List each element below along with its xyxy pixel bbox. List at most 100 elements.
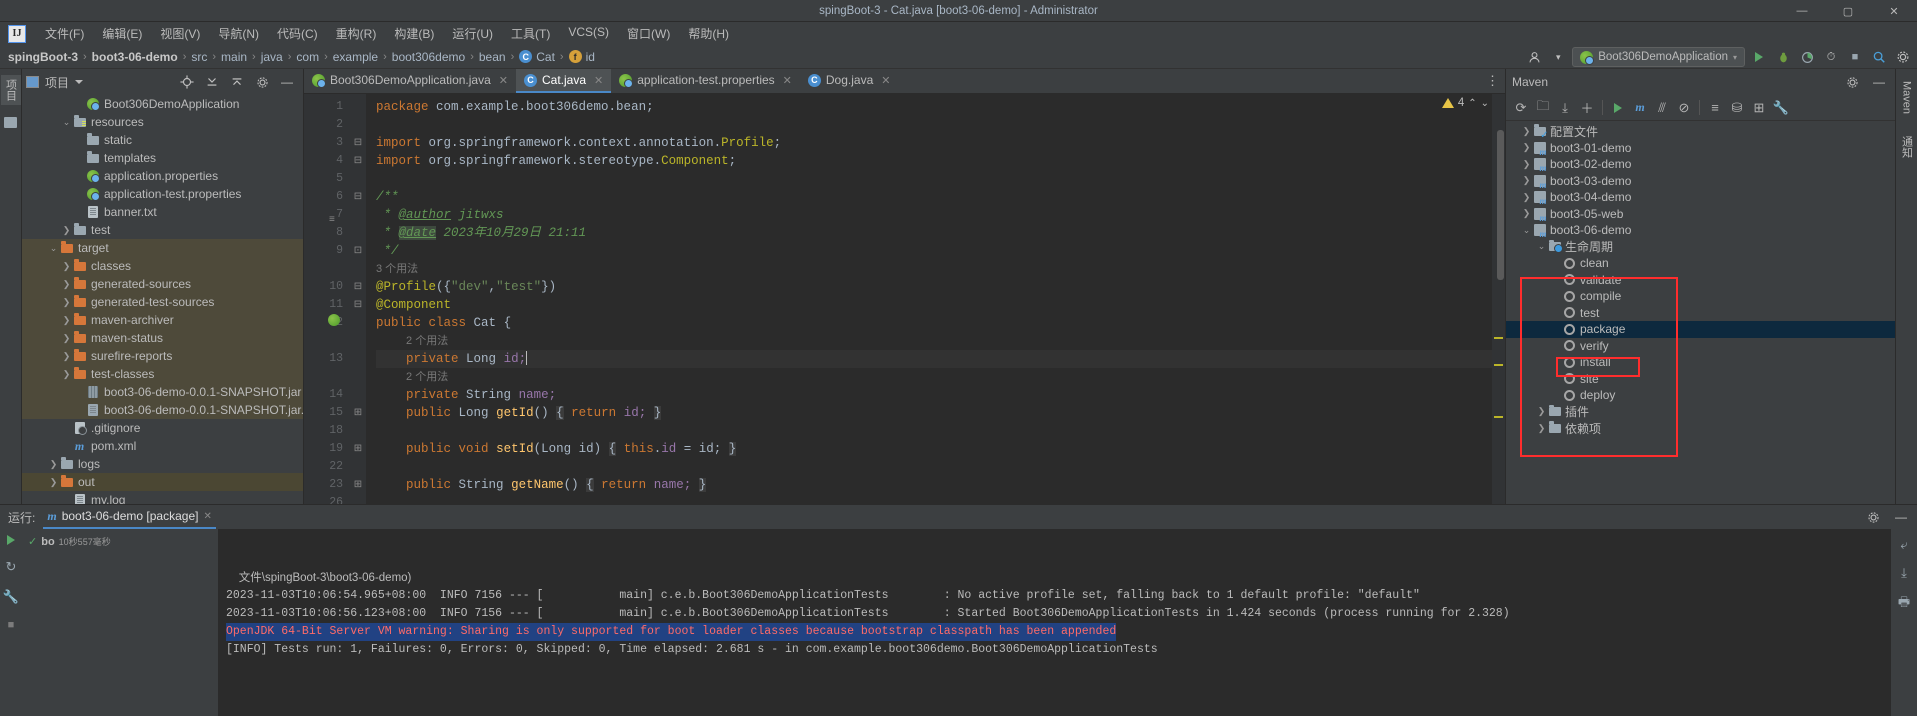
chevron-down-icon[interactable]: ⌄ xyxy=(48,243,59,254)
fold-toggle-icon[interactable]: ⊞ xyxy=(350,476,366,494)
profiler-icon[interactable]: ⏱ xyxy=(1821,47,1841,67)
maximize-button[interactable]: ▢ xyxy=(1825,0,1871,22)
chevron-right-icon[interactable]: ❯ xyxy=(1536,406,1547,417)
maven-tree-row[interactable]: ❯ boot3-01-demo xyxy=(1506,140,1895,157)
menu-run[interactable]: 运行(U) xyxy=(443,22,502,45)
spring-bean-gutter-icon[interactable] xyxy=(328,314,340,326)
tree-row[interactable]: .gitignore xyxy=(22,419,303,437)
code-line[interactable]: package com.example.boot306demo.bean; xyxy=(376,98,1505,116)
tree-row[interactable]: ❯ logs xyxy=(22,455,303,473)
collapse-all-icon[interactable]: ≡ xyxy=(1705,98,1725,118)
maven-tree[interactable]: ❯ 配置文件 ❯ boot3-01-demo ❯ boot3-02-demo ❯ boot3-… xyxy=(1506,121,1895,504)
tree-row[interactable]: ⌄ resources xyxy=(22,113,303,131)
run-configuration-selector[interactable]: Boot306DemoApplication ▾ xyxy=(1572,47,1745,67)
chevron-right-icon[interactable]: ❯ xyxy=(61,369,72,380)
close-icon[interactable]: ✕ xyxy=(881,74,890,87)
inspection-status[interactable]: 4 ⌃ ⌄ xyxy=(1441,97,1489,109)
tree-row[interactable]: my.log xyxy=(22,491,303,504)
maven-tree-row[interactable]: validate xyxy=(1506,272,1895,289)
chevron-right-icon[interactable]: ❯ xyxy=(1521,142,1532,153)
tree-row[interactable]: application.properties xyxy=(22,167,303,185)
settings-icon[interactable]: 🔧 xyxy=(1771,98,1791,118)
code-line[interactable] xyxy=(376,458,1505,476)
rerun-icon[interactable] xyxy=(7,535,15,545)
expand-icon[interactable]: ⊞ xyxy=(1749,98,1769,118)
menu-edit[interactable]: 编辑(E) xyxy=(93,22,151,45)
tree-row[interactable]: ❯ generated-test-sources xyxy=(22,293,303,311)
chevron-down-icon[interactable]: ▾ xyxy=(1548,47,1568,67)
chevron-right-icon[interactable]: ❯ xyxy=(1521,192,1532,203)
close-icon[interactable]: ✕ xyxy=(594,74,603,87)
breadcrumb-item-src[interactable]: src xyxy=(191,50,207,64)
maven-tree-row[interactable]: package xyxy=(1506,321,1895,338)
tree-row[interactable]: ❯ test-classes xyxy=(22,365,303,383)
maven-tree-row[interactable]: ⌄ boot3-06-demo xyxy=(1506,222,1895,239)
download-sources-icon[interactable]: ⤓ xyxy=(1555,98,1575,118)
fold-gutter[interactable]: ⊟ ⊟ ⊟ ⊡ ⊟ ⊟ ⊞ ⊞ ⊞ xyxy=(350,94,366,504)
maven-tree-row[interactable]: ❯ boot3-03-demo xyxy=(1506,173,1895,190)
editor-scrollbar[interactable] xyxy=(1497,130,1504,280)
maven-tree-row[interactable]: clean xyxy=(1506,255,1895,272)
code-line[interactable]: * @date 2023年10月29日 21:11 xyxy=(376,224,1505,242)
code-line[interactable] xyxy=(376,170,1505,188)
chevron-right-icon[interactable]: ❯ xyxy=(61,333,72,344)
minimize-button[interactable]: — xyxy=(1779,0,1825,22)
menu-help[interactable]: 帮助(H) xyxy=(679,22,738,45)
tree-row[interactable]: templates xyxy=(22,149,303,167)
toggle-offline-icon[interactable]: ⊘ xyxy=(1674,98,1694,118)
sidebar-tab-maven[interactable]: Maven xyxy=(1899,77,1915,118)
gear-icon[interactable] xyxy=(1893,47,1913,67)
chevron-up-icon[interactable]: ⌃ xyxy=(1468,98,1476,109)
structure-tab-icon[interactable] xyxy=(4,117,17,128)
fold-toggle-icon[interactable]: ⊟ xyxy=(350,296,366,314)
documentation-gutter-icon[interactable]: ≡ xyxy=(329,214,335,225)
rerun-failed-icon[interactable]: ↻ xyxy=(6,559,17,575)
editor-tab-dog-java[interactable]: C Dog.java ✕ xyxy=(800,69,899,93)
project-settings-icon[interactable] xyxy=(252,72,272,92)
maven-tree-row[interactable]: ❯ boot3-04-demo xyxy=(1506,189,1895,206)
code-line[interactable]: @Component xyxy=(376,296,1505,314)
breadcrumb-item-spingboot-3[interactable]: spingBoot-3 xyxy=(8,50,78,64)
maven-tree-row[interactable]: test xyxy=(1506,305,1895,322)
menu-window[interactable]: 窗口(W) xyxy=(618,22,679,45)
menu-file[interactable]: 文件(F) xyxy=(36,22,93,45)
maven-hide-icon[interactable]: — xyxy=(1869,72,1889,92)
menu-navigate[interactable]: 导航(N) xyxy=(209,22,268,45)
code-line[interactable]: private String name; xyxy=(376,386,1505,404)
breadcrumb-item-example[interactable]: example xyxy=(333,50,378,64)
settings-wrench-icon[interactable]: 🔧 xyxy=(3,589,19,605)
chevron-right-icon[interactable]: ❯ xyxy=(61,261,72,272)
close-button[interactable]: ✕ xyxy=(1871,0,1917,22)
code-content[interactable]: package com.example.boot306demo.bean; im… xyxy=(366,94,1505,504)
editor-tab-application-test-properties[interactable]: application-test.properties ✕ xyxy=(611,69,800,93)
maven-tree-row[interactable]: site xyxy=(1506,371,1895,388)
fold-toggle-icon[interactable]: ⊡ xyxy=(350,242,366,260)
gear-icon[interactable] xyxy=(1863,507,1883,527)
code-editor[interactable]: 1234567891011121314151819222326 ⊟⊟⊟⊡⊟⊟⊞⊞… xyxy=(304,94,1505,504)
chevron-down-icon[interactable] xyxy=(75,80,84,84)
chevron-right-icon[interactable]: ❯ xyxy=(1521,175,1532,186)
execute-maven-goal-icon[interactable]: m xyxy=(1630,98,1650,118)
breadcrumb-item-com[interactable]: com xyxy=(296,50,319,64)
hide-panel-icon[interactable]: — xyxy=(1891,507,1911,527)
tree-row[interactable]: ⌄ target xyxy=(22,239,303,257)
code-line[interactable]: public class Cat { xyxy=(376,314,1505,332)
breadcrumb-item-cat[interactable]: Cat xyxy=(536,50,555,64)
tree-row[interactable]: ❯ maven-archiver xyxy=(22,311,303,329)
chevron-right-icon[interactable]: ❯ xyxy=(61,297,72,308)
code-line[interactable]: import org.springframework.stereotype.Co… xyxy=(376,152,1505,170)
expand-all-icon[interactable] xyxy=(202,72,222,92)
maven-tree-row[interactable]: compile xyxy=(1506,288,1895,305)
chevron-right-icon[interactable]: ❯ xyxy=(61,225,72,236)
tree-row[interactable]: ❯ surefire-reports xyxy=(22,347,303,365)
code-line[interactable]: public String getName() { return name; } xyxy=(376,476,1505,494)
tree-row[interactable]: ❯ test xyxy=(22,221,303,239)
maven-tree-row[interactable]: ❯ boot3-05-web xyxy=(1506,206,1895,223)
chevron-right-icon[interactable]: ❯ xyxy=(48,477,59,488)
tree-row[interactable]: boot3-06-demo-0.0.1-SNAPSHOT.jar.origina… xyxy=(22,401,303,419)
tree-row[interactable]: ❯ maven-status xyxy=(22,329,303,347)
print-icon[interactable]: 🖶 xyxy=(1898,593,1910,615)
menu-refactor[interactable]: 重构(R) xyxy=(327,22,386,45)
select-opened-file-icon[interactable] xyxy=(177,72,197,92)
code-line[interactable]: 3 个用法 xyxy=(376,260,1505,278)
